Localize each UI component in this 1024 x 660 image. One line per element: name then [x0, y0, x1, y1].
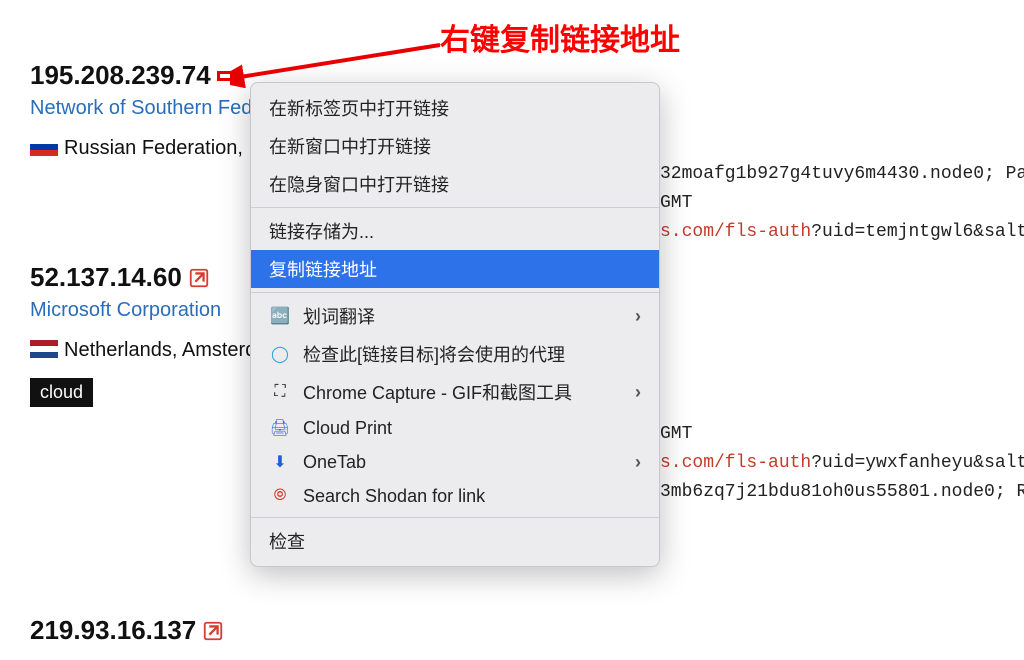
menu-search-shodan[interactable]: ⦾ Search Shodan for link	[251, 479, 659, 513]
ip-address[interactable]: 219.93.16.137	[30, 615, 196, 646]
onetab-icon: ⬇	[269, 451, 291, 473]
menu-chrome-capture[interactable]: ⛶ Chrome Capture - GIF和截图工具 ›	[251, 373, 659, 411]
menu-open-new-tab[interactable]: 在新标签页中打开链接	[251, 89, 659, 127]
chevron-right-icon: ›	[635, 382, 641, 403]
menu-separator	[251, 292, 659, 293]
ip-address[interactable]: 195.208.239.74	[30, 60, 211, 91]
menu-separator	[251, 207, 659, 208]
menu-translate[interactable]: 🔤 划词翻译 ›	[251, 297, 659, 335]
chevron-right-icon: ›	[635, 306, 641, 327]
response-snippet: GMT s.com/fls-auth?uid=ywxfanheyu&salt 3…	[660, 420, 1024, 506]
menu-cloud-print[interactable]: 🖨 Cloud Print	[251, 411, 659, 445]
menu-separator	[251, 517, 659, 518]
menu-check-proxy[interactable]: ◯ 检查此[链接目标]将会使用的代理	[251, 335, 659, 373]
ip-address[interactable]: 52.137.14.60	[30, 262, 182, 293]
print-icon: 🖨	[269, 417, 291, 439]
menu-copy-link-address[interactable]: 复制链接地址	[251, 250, 659, 288]
menu-save-link-as[interactable]: 链接存储为...	[251, 212, 659, 250]
org-link[interactable]: Microsoft Corporation	[30, 299, 221, 322]
annotation-text: 右键复制链接地址	[440, 15, 680, 59]
flag-icon	[30, 138, 58, 156]
search-result: 219.93.16.137	[30, 615, 224, 646]
menu-open-incognito[interactable]: 在隐身窗口中打开链接	[251, 165, 659, 203]
response-snippet: 32moafg1b927g4tuvy6m4430.node0; Pa GMT s…	[660, 160, 1024, 246]
flag-icon	[30, 340, 58, 358]
tag-badge: cloud	[30, 378, 93, 407]
external-link-icon[interactable]	[217, 71, 235, 81]
context-menu: 在新标签页中打开链接 在新窗口中打开链接 在隐身窗口中打开链接 链接存储为...…	[250, 82, 660, 567]
menu-onetab[interactable]: ⬇ OneTab ›	[251, 445, 659, 479]
external-link-icon[interactable]	[188, 267, 210, 289]
menu-inspect[interactable]: 检查	[251, 522, 659, 560]
translate-icon: 🔤	[269, 305, 291, 327]
capture-icon: ⛶	[269, 381, 291, 403]
menu-open-new-window[interactable]: 在新窗口中打开链接	[251, 127, 659, 165]
shodan-icon: ⦾	[269, 485, 291, 507]
proxy-icon: ◯	[269, 343, 291, 365]
chevron-right-icon: ›	[635, 452, 641, 473]
external-link-icon[interactable]	[202, 620, 224, 642]
